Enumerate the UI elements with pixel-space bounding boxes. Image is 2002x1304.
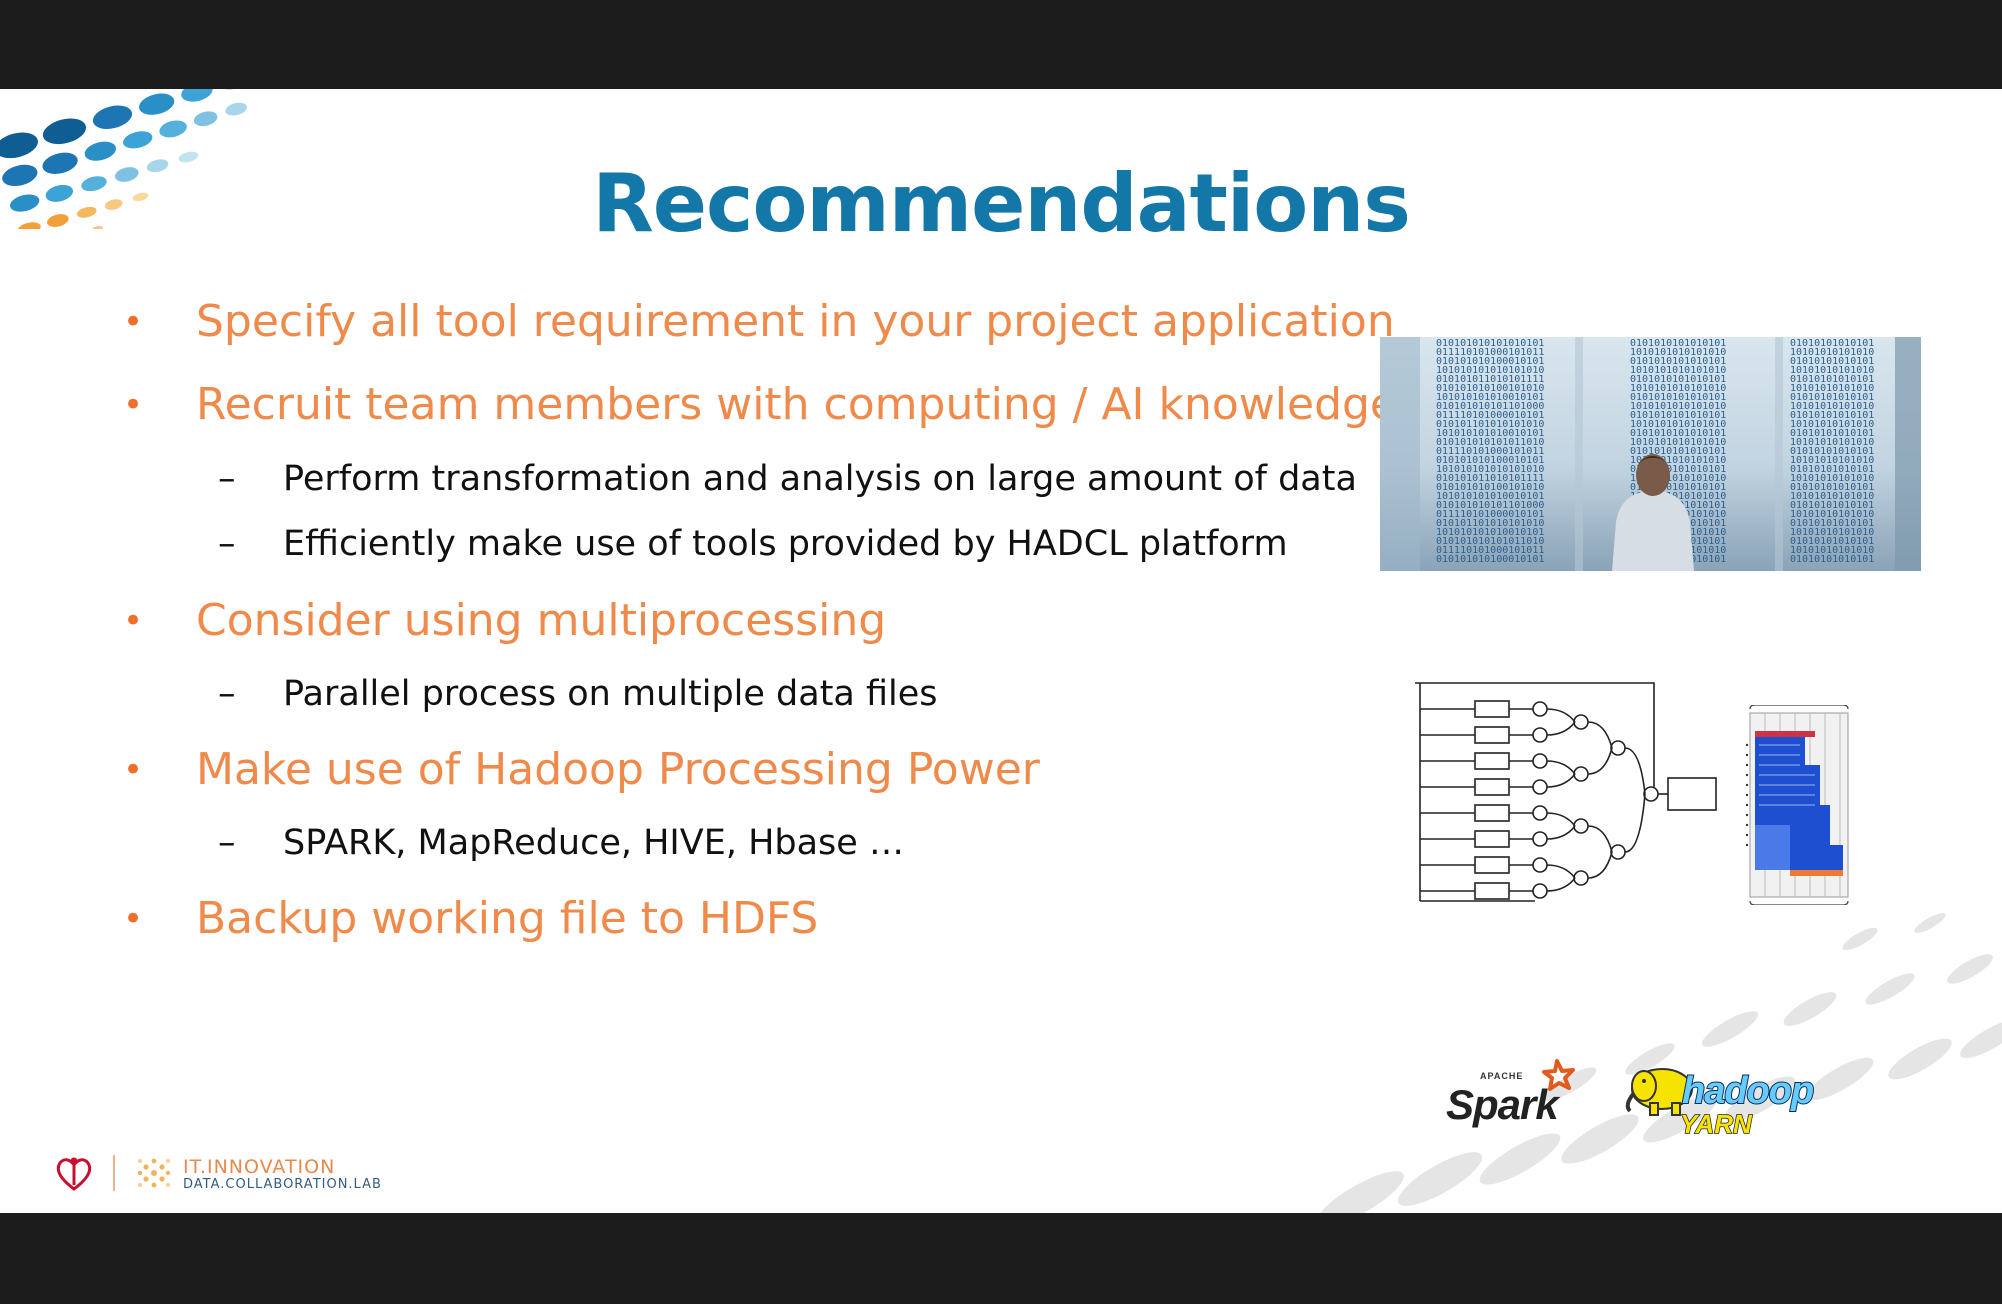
bullet-text: Consider using multiprocessing [196,595,887,646]
sub-hadcl-tools: – Efficiently make use of tools provided… [218,519,1288,569]
hadoop-yarn-logo: hadoop YARN [1625,1068,1815,1140]
bullet-dot: • [123,750,144,790]
sub-hadoop-tools: – SPARK, MapReduce, HIVE, Hbase … [218,818,904,868]
yarn-logo-text: YARN [1680,1109,1753,1139]
data-wall-photo: 010101010101010101 011110101000101011 01… [1380,337,1921,571]
bullet-backup: • Backup working file to HDFS [123,889,819,949]
dot-swirl-icon [137,1158,171,1188]
slide-title: Recommendations [592,157,1411,250]
heart-person-icon [56,1157,92,1191]
bullet-dot: • [123,601,144,641]
sub-dash: – [218,674,236,714]
sub-text: SPARK, MapReduce, HIVE, Hbase … [283,823,904,863]
memory-layout-diagram [1745,705,1849,905]
apache-spark-logo: APACHE Spark [1446,1059,1575,1128]
spark-logo-text: Spark [1446,1081,1561,1128]
sub-dash: – [218,823,236,863]
bullet-recruit-team: • Recruit team members with computing / … [123,375,1397,435]
bullet-text: Backup working file to HDFS [196,893,819,944]
hadoop-logo-text: hadoop [1682,1070,1813,1112]
sub-transformation: – Perform transformation and analysis on… [218,454,1357,504]
footer-brand: IT.INNOVATION DATA.COLLABORATION.LAB [183,1157,382,1193]
sub-text: Perform transformation and analysis on l… [283,459,1357,499]
sub-text: Efficiently make use of tools provided b… [283,524,1288,564]
top-letterbox [0,0,2002,89]
footer-divider [113,1155,115,1191]
bottom-letterbox [0,1213,2002,1304]
bullet-hadoop: • Make use of Hadoop Processing Power [123,740,1040,800]
man-silhouette [1380,337,1921,571]
bullet-text: Recruit team members with computing / AI… [196,379,1397,430]
sub-parallel: – Parallel process on multiple data file… [218,669,938,719]
footer-brand-line1: IT.INNOVATION [183,1156,336,1178]
slide: Recommendations • Specify all tool requi… [0,89,2002,1213]
spark-logo-small: APACHE [1480,1071,1523,1081]
sub-dash: – [218,524,236,564]
bullet-dot: • [123,899,144,939]
sub-text: Parallel process on multiple data files [283,674,938,714]
sub-dash: – [218,459,236,499]
bullet-multiprocessing: • Consider using multiprocessing [123,591,887,651]
bullet-text: Make use of Hadoop Processing Power [196,744,1040,795]
bullet-tool-requirement: • Specify all tool requirement in your p… [123,292,1395,352]
bullet-dot: • [123,302,144,342]
bullet-dot: • [123,385,144,425]
bullet-text: Specify all tool requirement in your pro… [196,296,1395,347]
footer-brand-line2: DATA.COLLABORATION.LAB [183,1177,382,1192]
